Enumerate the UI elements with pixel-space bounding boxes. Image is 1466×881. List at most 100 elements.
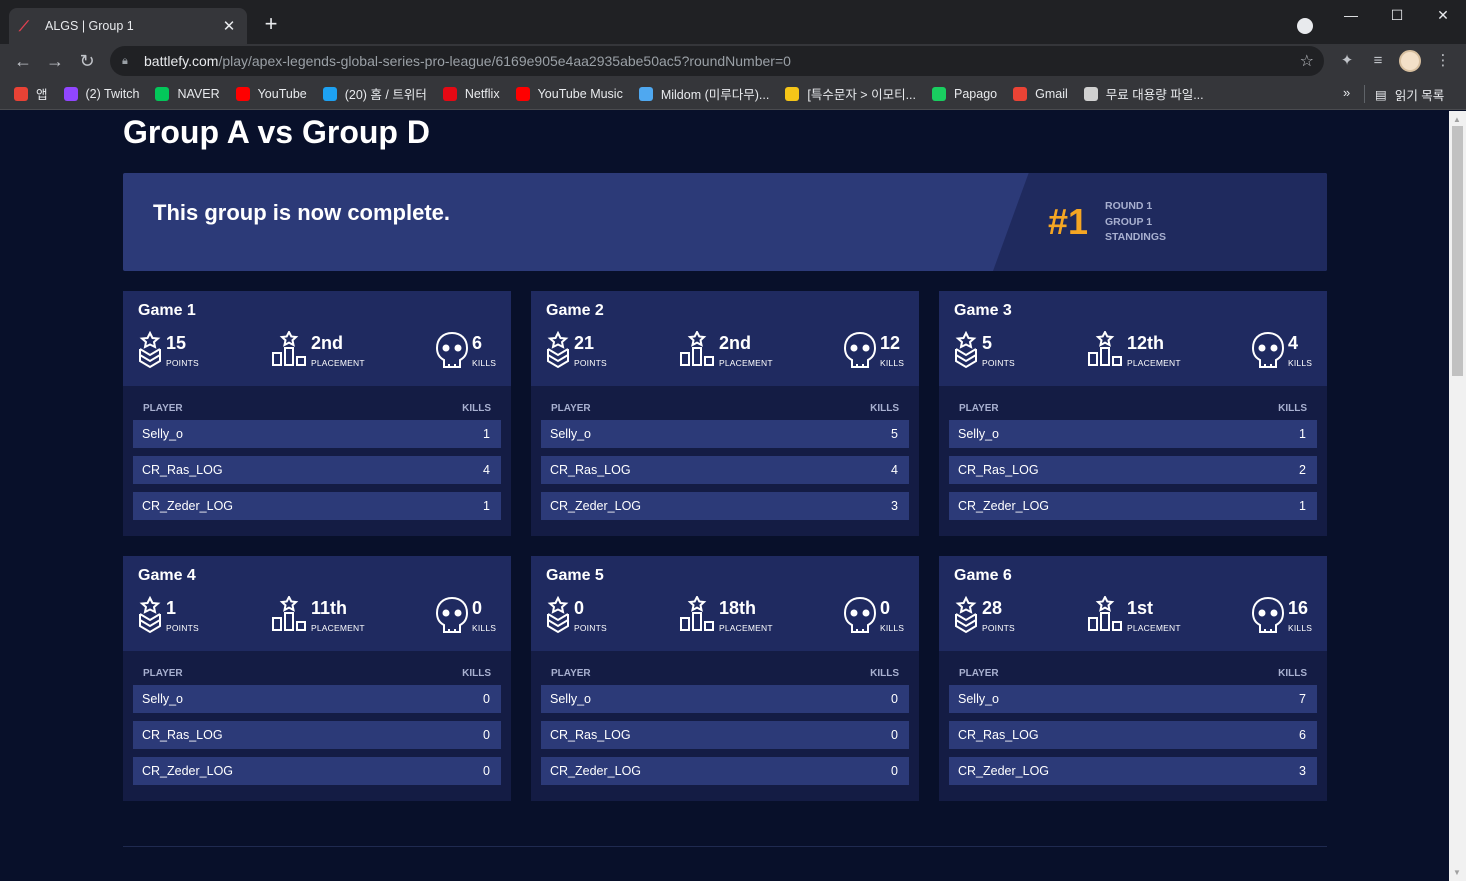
bookmark-favicon-icon [442, 86, 457, 101]
placement-value: 2nd [311, 333, 344, 353]
placement-label: PLACEMENT [311, 623, 365, 633]
bookmark-item[interactable]: [특수문자 > 이모티... [785, 84, 916, 103]
points-label: POINTS [982, 358, 1015, 368]
kills-stat: 16 KILLS [1251, 596, 1321, 636]
player-row[interactable]: CR_Ras_LOG 4 [133, 456, 501, 484]
player-row[interactable]: CR_Zeder_LOG 1 [949, 492, 1317, 520]
browser-tab[interactable]: ⟋ ALGS | Group 1 ✕ [9, 8, 247, 44]
reload-icon[interactable]: ↻ [75, 49, 99, 73]
player-row[interactable]: Selly_o 5 [541, 420, 909, 448]
bookmark-item[interactable]: Netflix [442, 86, 500, 101]
bookmarks-bar: 앱 (2) Twitch NAVER YouTube (20) 홈 / 트위터 Netfl… [0, 78, 1466, 110]
player-row[interactable]: CR_Zeder_LOG 0 [133, 757, 501, 785]
player-row[interactable]: CR_Zeder_LOG 3 [949, 757, 1317, 785]
bookmark-item[interactable]: Gmail [1013, 86, 1068, 101]
player-column-header: PLAYER [959, 403, 999, 414]
profile-avatar[interactable] [1399, 50, 1421, 72]
media-control-icon[interactable]: ≡ [1366, 49, 1390, 73]
scroll-down-arrow-icon[interactable]: ▼ [1453, 868, 1461, 877]
bookmark-label: YouTube Music [537, 86, 623, 101]
player-kills: 7 [1299, 692, 1306, 706]
player-row[interactable]: Selly_o 0 [541, 685, 909, 713]
kills-value: 6 [472, 333, 483, 353]
points-value: 1 [166, 598, 177, 618]
bookmark-item[interactable]: YouTube [235, 86, 307, 101]
standings-info: ROUND 1 GROUP 1 STANDINGS [1105, 199, 1166, 246]
kills-column-header: KILLS [1278, 668, 1307, 679]
page-scrollbar[interactable]: ▲ ▼ [1449, 111, 1466, 881]
player-row[interactable]: CR_Ras_LOG 0 [133, 721, 501, 749]
browser-titlebar: ⟋ ALGS | Group 1 ✕ + — ☐ ✕ [0, 0, 1466, 44]
kills-stat: 0 KILLS [435, 596, 505, 636]
points-stat: 0 POINTS [546, 596, 666, 636]
bookmarks-overflow-chevron[interactable]: » [1343, 85, 1350, 100]
player-row[interactable]: Selly_o 1 [949, 420, 1317, 448]
bookmark-item[interactable]: 무료 대용량 파일... [1083, 84, 1204, 103]
forward-arrow-icon[interactable]: → [43, 49, 67, 73]
reading-list-button[interactable]: ▤ 읽기 목록 [1375, 78, 1444, 110]
kills-column-header: KILLS [870, 668, 899, 679]
player-name: CR_Zeder_LOG [142, 764, 234, 778]
player-name: CR_Ras_LOG [958, 728, 1039, 742]
game-card-header: Game 2 21 POINTS 2nd PLACEMENT 12 KILLS [531, 291, 919, 386]
game-title: Game 4 [138, 567, 196, 584]
player-name: Selly_o [142, 692, 183, 706]
tab-search-icon[interactable] [1297, 18, 1313, 34]
scroll-up-arrow-icon[interactable]: ▲ [1453, 115, 1461, 124]
points-value: 21 [574, 333, 595, 353]
scroll-thumb[interactable] [1452, 126, 1463, 376]
bookmark-star-icon[interactable]: ☆ [1300, 51, 1314, 71]
bookmark-item[interactable]: (20) 홈 / 트위터 [322, 84, 427, 103]
bookmark-label: Gmail [1035, 86, 1068, 101]
player-row[interactable]: CR_Ras_LOG 4 [541, 456, 909, 484]
kills-label: KILLS [880, 623, 905, 633]
kills-column-header: KILLS [870, 403, 899, 414]
placement-label: PLACEMENT [311, 358, 365, 368]
bookmark-favicon-icon [14, 86, 28, 101]
points-stat: 5 POINTS [954, 331, 1074, 371]
placement-stat: 12th PLACEMENT [1087, 331, 1217, 371]
kills-value: 0 [472, 598, 483, 618]
player-row[interactable]: CR_Ras_LOG 6 [949, 721, 1317, 749]
player-row[interactable]: CR_Zeder_LOG 3 [541, 492, 909, 520]
placement-stat: 2nd PLACEMENT [679, 331, 809, 371]
player-row[interactable]: Selly_o 1 [133, 420, 501, 448]
points-label: POINTS [574, 623, 607, 633]
kills-label: KILLS [880, 358, 905, 368]
tab-title: ALGS | Group 1 [45, 19, 134, 33]
back-arrow-icon[interactable]: ← [11, 49, 35, 73]
bookmark-item[interactable]: (2) Twitch [63, 86, 139, 101]
new-tab-button[interactable]: + [259, 12, 283, 36]
menu-kebab-icon[interactable]: ⋮ [1431, 49, 1455, 73]
extensions-puzzle-icon[interactable]: ✦ [1335, 49, 1359, 73]
kills-label: KILLS [472, 623, 497, 633]
player-row[interactable]: CR_Zeder_LOG 0 [541, 757, 909, 785]
player-row[interactable]: Selly_o 0 [133, 685, 501, 713]
kills-value: 4 [1288, 333, 1299, 353]
page-title: Group A vs Group D [123, 114, 430, 150]
player-row[interactable]: CR_Ras_LOG 0 [541, 721, 909, 749]
player-row[interactable]: CR_Zeder_LOG 1 [133, 492, 501, 520]
bookmark-favicon-icon [1013, 86, 1028, 101]
player-row[interactable]: CR_Ras_LOG 2 [949, 456, 1317, 484]
maximize-icon[interactable]: ☐ [1374, 0, 1420, 30]
bookmark-label: NAVER [177, 86, 220, 101]
address-bar[interactable]: 🔒︎ battlefy.com /play/apex-legends-globa… [110, 46, 1324, 76]
points-stat: 28 POINTS [954, 596, 1074, 636]
bookmark-item[interactable]: NAVER [155, 86, 220, 101]
bookmark-item[interactable]: Mildom (미루다무)... [638, 84, 769, 103]
game-card-header: Game 3 5 POINTS 12th PLACEMENT 4 KILLS [939, 291, 1327, 386]
round-label: ROUND 1 [1105, 200, 1153, 212]
minimize-icon[interactable]: — [1328, 0, 1374, 30]
placement-stat: 11th PLACEMENT [271, 596, 401, 636]
game-card: Game 1 15 POINTS 2nd PLACEMENT 6 KILLS P… [123, 291, 511, 536]
bookmark-item[interactable]: Papago [932, 86, 997, 101]
bookmark-item[interactable]: 앱 [14, 84, 48, 103]
kills-stat: 12 KILLS [843, 331, 913, 371]
bookmark-item[interactable]: YouTube Music [515, 86, 623, 101]
points-label: POINTS [166, 358, 199, 368]
player-row[interactable]: Selly_o 7 [949, 685, 1317, 713]
tab-close-icon[interactable]: ✕ [221, 17, 237, 35]
kills-column-header: KILLS [462, 403, 491, 414]
close-window-icon[interactable]: ✕ [1420, 0, 1466, 30]
